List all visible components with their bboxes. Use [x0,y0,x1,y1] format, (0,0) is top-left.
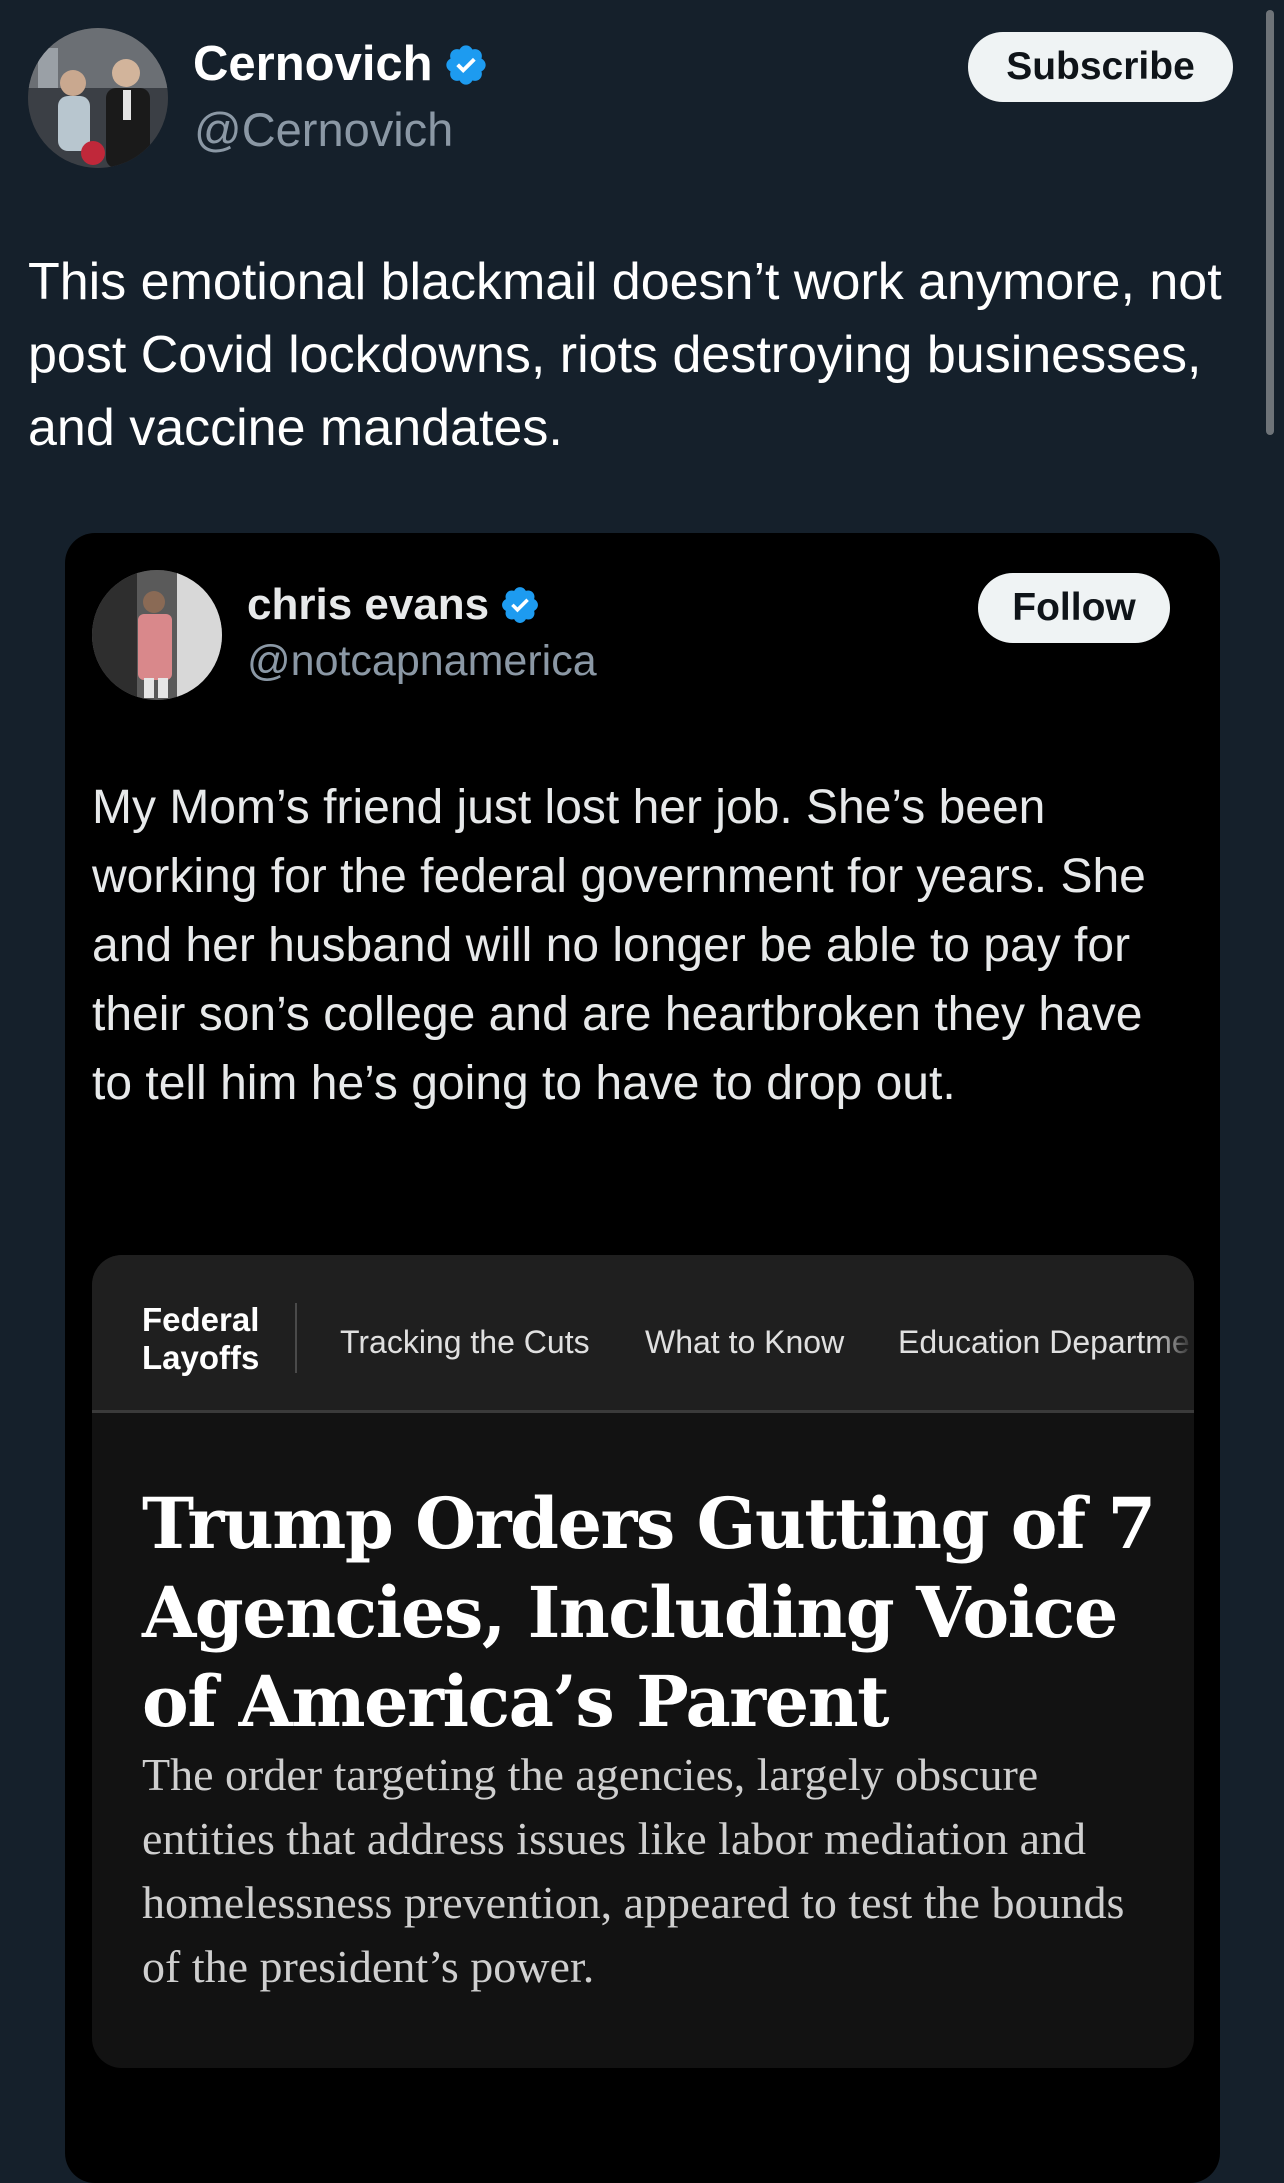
article-headline[interactable]: Trump Orders Gutting of 7 Agencies, Incl… [142,1479,1162,1746]
author-avatar[interactable] [28,28,168,168]
nav-divider [295,1303,297,1373]
subscribe-button[interactable]: Subscribe [968,32,1233,102]
nav-link-what-to-know[interactable]: What to Know [645,1324,844,1361]
article-card[interactable]: Federal Layoffs Tracking the Cuts What t… [92,1255,1194,2068]
verified-badge-icon [502,587,539,623]
nav-link-tracking[interactable]: Tracking the Cuts [340,1324,590,1361]
follow-button[interactable]: Follow [978,573,1170,643]
quoted-post-text: My Mom’s friend just lost her job. She’s… [92,781,1146,1110]
post-text: This emotional blackmail doesn’t work an… [28,253,1222,457]
author-name-row: Cernovich [193,40,489,89]
post-header: Cernovich @Cernovich Subscribe [28,28,1233,168]
author-handle[interactable]: @Cernovich [194,102,453,157]
quoted-author-display-name[interactable]: chris evans [247,583,489,627]
quoted-post[interactable]: chris evans @notcapnamerica Follow My Mo… [65,533,1220,2183]
nav-link-education[interactable]: Education Departme [898,1324,1190,1361]
article-nav-bar: Federal Layoffs Tracking the Cuts What t… [92,1255,1194,1413]
author-display-name[interactable]: Cernovich [193,40,433,89]
scrollbar[interactable] [1266,10,1274,435]
article-section-label[interactable]: Federal Layoffs [142,1301,282,1377]
article-section-line2: Layoffs [142,1339,260,1376]
verified-badge-icon [445,44,486,85]
quoted-author-handle[interactable]: @notcapnamerica [247,637,597,686]
article-summary: The order targeting the agencies, largel… [142,1749,1125,1992]
article-section-line1: Federal [142,1301,260,1338]
quoted-author-avatar[interactable] [92,570,222,700]
quoted-author-name-row: chris evans [247,583,541,627]
nav-fade [1154,1255,1194,1410]
